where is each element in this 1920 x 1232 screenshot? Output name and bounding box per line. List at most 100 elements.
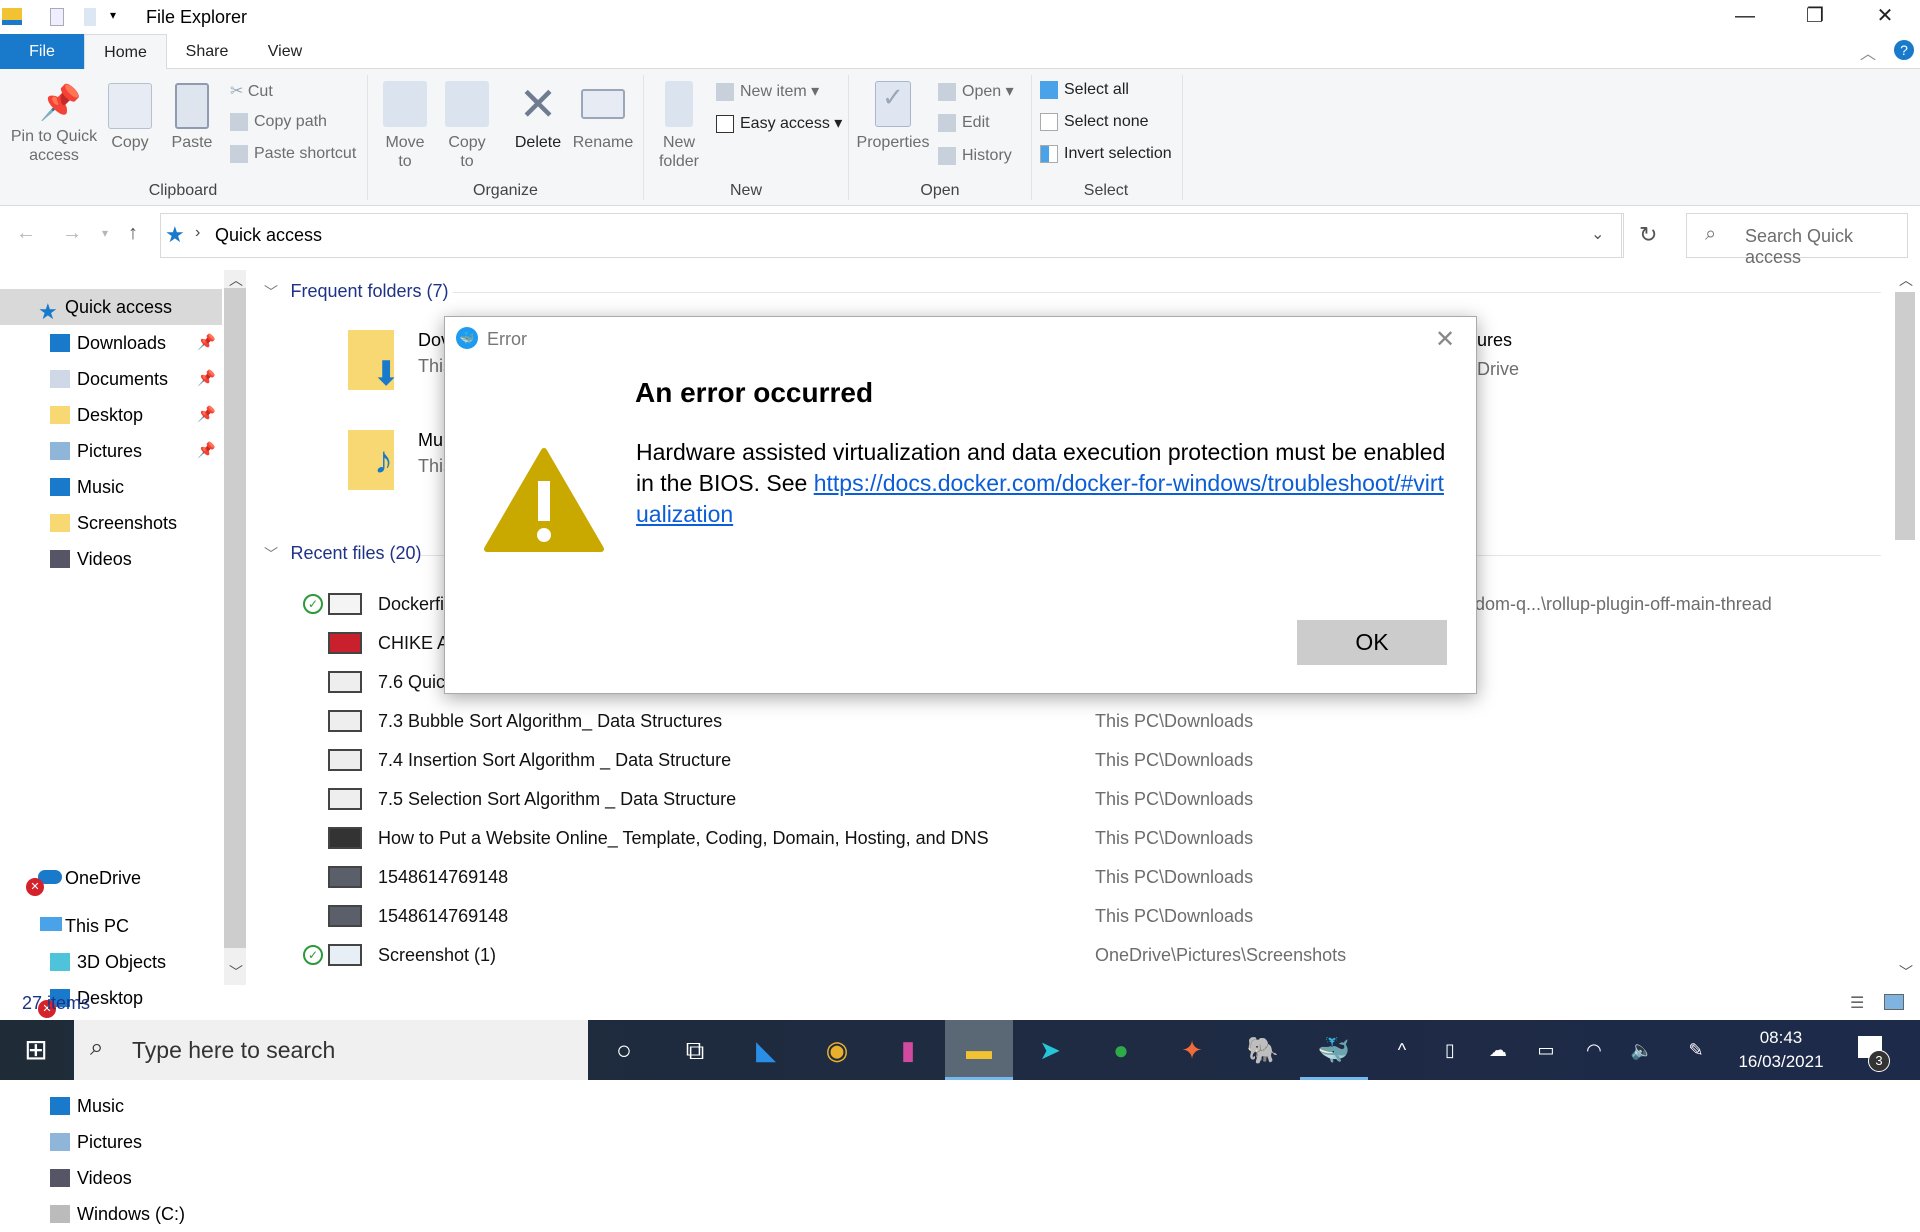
content-scrollbar[interactable]: ︿ ﹀ [1894, 270, 1916, 985]
vscode-icon[interactable]: ◣ [732, 1020, 800, 1080]
frequent-folder-pictures[interactable]: ures Drive [1477, 330, 1519, 380]
address-history-dropdown[interactable]: ⌄ [1591, 224, 1604, 244]
pin-icon[interactable]: 📌 [197, 397, 216, 433]
recent-file-row[interactable]: How to Put a Website Online_ Template, C… [300, 819, 1860, 858]
chrome-icon[interactable]: ◉ [803, 1020, 871, 1080]
address-bar[interactable]: ★ › Quick access ⌄ ↻ [160, 213, 1657, 258]
scroll-up-icon[interactable]: ︿ [229, 270, 243, 290]
move-to-button[interactable]: Move to [380, 81, 430, 171]
properties-quick-icon[interactable] [50, 8, 64, 26]
cut-button[interactable]: ✂ Cut [230, 81, 273, 101]
open-button[interactable]: Open ▾ [938, 81, 1014, 101]
tab-file[interactable]: File [0, 34, 84, 69]
pin-icon[interactable]: 📌 [197, 361, 216, 397]
large-icons-view-icon[interactable] [1884, 994, 1904, 1010]
rename-button[interactable]: Rename [570, 81, 636, 152]
scroll-thumb[interactable] [224, 288, 246, 948]
recent-file-row[interactable]: 1548614769148 This PC\Downloads [300, 858, 1860, 897]
recent-files-header[interactable]: ﹀ Recent files (20) [264, 543, 422, 564]
nav-quick-documents[interactable]: Documents 📌 [0, 361, 222, 397]
wifi-icon[interactable]: ◠ [1574, 1020, 1614, 1080]
search-input[interactable]: Search Quick access [1745, 226, 1907, 268]
new-folder-quick-icon[interactable] [84, 8, 96, 26]
nav-quick-videos[interactable]: Videos [0, 541, 222, 577]
easy-access-button[interactable]: Easy access ▾ [716, 113, 842, 133]
edit-button[interactable]: Edit [938, 114, 990, 132]
up-button[interactable]: ↑ [128, 222, 138, 245]
nav-pc-item[interactable]: Pictures [0, 1124, 222, 1160]
properties-button[interactable]: ✓ Properties [854, 81, 932, 152]
tab-home[interactable]: Home [84, 34, 167, 69]
breadcrumb-quick-access[interactable]: Quick access [215, 225, 322, 246]
recent-file-row[interactable]: 7.4 Insertion Sort Algorithm _ Data Stru… [300, 741, 1860, 780]
recent-file-row[interactable]: 7.3 Bubble Sort Algorithm_ Data Structur… [300, 702, 1860, 741]
start-windows-icon[interactable]: ⊞ [2, 1020, 70, 1080]
ok-button[interactable]: OK [1297, 620, 1447, 665]
delete-button[interactable]: ✕ Delete [510, 81, 566, 152]
nav-scrollbar[interactable]: ︿ ﹀ [224, 270, 246, 985]
nav-pc-item[interactable]: Windows (C:) [0, 1196, 222, 1232]
select-all-button[interactable]: Select all [1040, 81, 1129, 99]
new-folder-button[interactable]: New folder [652, 81, 706, 171]
pin-to-quick-access-button[interactable]: 📌 Pin to Quick access [8, 83, 100, 165]
postman-icon[interactable]: ✦ [1158, 1020, 1226, 1080]
new-item-button[interactable]: New item ▾ [716, 81, 819, 101]
file-explorer-icon[interactable]: ▬ [945, 1020, 1013, 1080]
back-button[interactable]: ← [16, 222, 36, 245]
copy-path-button[interactable]: Copy path [230, 113, 327, 131]
recent-file-row[interactable]: ✓ Screenshot (1) OneDrive\Pictures\Screens… [300, 936, 1860, 975]
onedrive-tray-icon[interactable]: ☁ [1478, 1020, 1518, 1080]
forward-button[interactable]: → [62, 222, 82, 245]
nav-pc-item[interactable]: Videos [0, 1160, 222, 1196]
copy-button[interactable]: Copy [106, 83, 154, 152]
close-button[interactable]: ✕ [1850, 0, 1920, 34]
minimize-button[interactable]: — [1710, 0, 1780, 34]
customize-toolbar-dropdown[interactable]: ▾ [110, 8, 116, 22]
details-view-icon[interactable]: ☰ [1850, 993, 1864, 1013]
app-icon[interactable]: ➤ [1016, 1020, 1084, 1080]
pin-icon[interactable]: 📌 [197, 433, 216, 469]
paste-shortcut-button[interactable]: Paste shortcut [230, 145, 356, 163]
pgadmin-icon[interactable]: 🐘 [1229, 1020, 1297, 1080]
dialog-close-button[interactable]: ✕ [1435, 325, 1455, 354]
pen-icon[interactable]: ✎ [1676, 1020, 1716, 1080]
recent-file-row[interactable]: 1548614769148 This PC\Downloads [300, 897, 1860, 936]
meet-now-icon[interactable]: ▯ [1430, 1020, 1470, 1080]
scroll-up-icon[interactable]: ︿ [1899, 270, 1913, 290]
scroll-down-icon[interactable]: ﹀ [229, 962, 243, 982]
scroll-thumb[interactable] [1895, 292, 1915, 540]
taskbar-search[interactable]: ⌕ Type here to search [74, 1020, 588, 1080]
nav-quick-pictures[interactable]: Pictures 📌 [0, 433, 222, 469]
nav-quick-access[interactable]: ★ Quick access [0, 289, 222, 325]
cortana-icon[interactable]: ○ [590, 1020, 658, 1080]
history-button[interactable]: History [938, 147, 1012, 165]
mongodb-compass-icon[interactable]: ● [1087, 1020, 1155, 1080]
nav-this-pc[interactable]: This PC [0, 908, 222, 944]
search-box[interactable]: ⌕ Search Quick access [1686, 213, 1908, 267]
scroll-down-icon[interactable]: ﹀ [1899, 962, 1913, 982]
nav-quick-screenshots[interactable]: Screenshots [0, 505, 222, 541]
recent-file-row[interactable]: 7.5 Selection Sort Algorithm _ Data Stru… [300, 780, 1860, 819]
nav-quick-downloads[interactable]: Downloads 📌 [0, 325, 222, 361]
taskbar-search-input[interactable]: Type here to search [132, 1037, 335, 1064]
paste-button[interactable]: Paste [166, 83, 218, 152]
show-hidden-icons[interactable]: ^ [1382, 1020, 1422, 1080]
volume-icon[interactable]: 🔈 [1622, 1020, 1662, 1080]
task-view-icon[interactable]: ⧉ [661, 1020, 729, 1080]
terminal-icon[interactable]: ▮ [874, 1020, 942, 1080]
nav-quick-music[interactable]: Music [0, 469, 222, 505]
clock[interactable]: 08:43 16/03/2021 [1726, 1026, 1836, 1074]
nav-quick-desktop[interactable]: Desktop 📌 [0, 397, 222, 433]
battery-icon[interactable]: ▭ [1526, 1020, 1566, 1080]
refresh-icon[interactable]: ↻ [1639, 222, 1657, 248]
nav-pc-item[interactable]: Music [0, 1088, 222, 1124]
tab-share[interactable]: Share [170, 34, 244, 69]
refresh-button[interactable] [1621, 214, 1622, 257]
tab-view[interactable]: View [250, 34, 320, 69]
nav-pc-item[interactable]: 3D Objects [0, 944, 222, 980]
recent-locations-dropdown[interactable]: ▾ [102, 226, 108, 240]
collapse-ribbon-icon[interactable]: ︿ [1860, 40, 1876, 64]
invert-selection-button[interactable]: Invert selection [1040, 145, 1172, 163]
select-none-button[interactable]: Select none [1040, 113, 1149, 131]
help-icon[interactable]: ? [1894, 40, 1914, 60]
